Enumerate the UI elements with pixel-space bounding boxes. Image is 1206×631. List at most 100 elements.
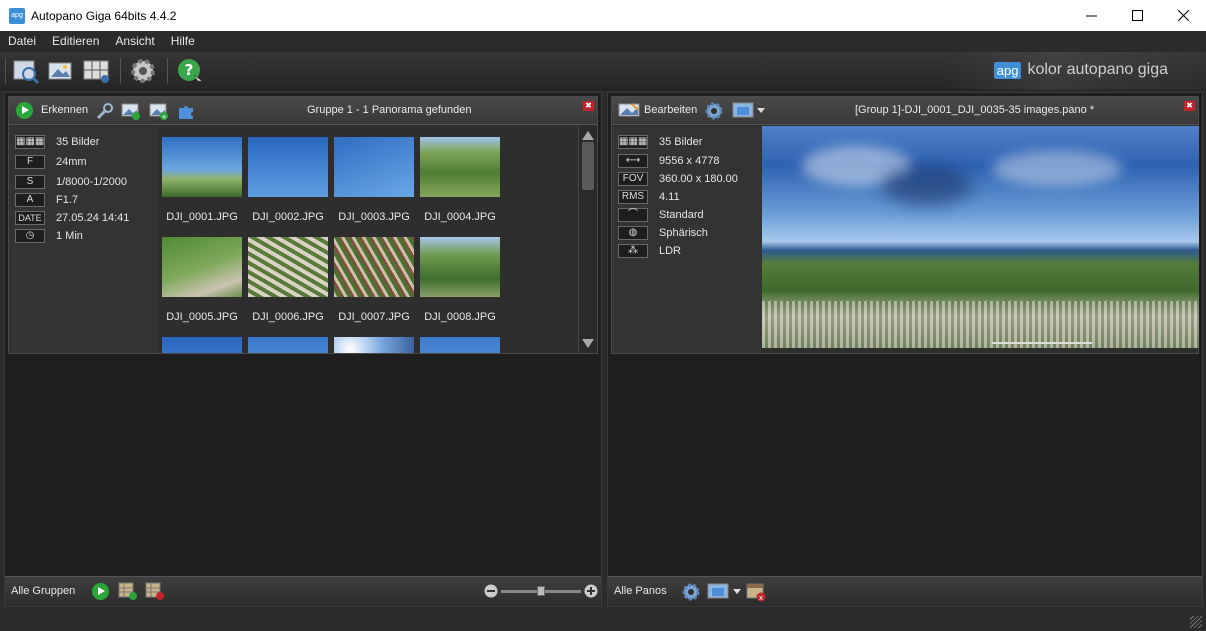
images-count-icon: ▦▦▦ (15, 135, 45, 149)
pano-title: [Group 1]-DJI_0001_DJI_0035-35 images.pa… (855, 104, 1095, 116)
scroll-down-icon[interactable] (582, 339, 594, 348)
thumbnail-image[interactable] (162, 237, 242, 297)
group-header: Erkennen + Gruppe 1 - 1 Panorama gefunde… (9, 97, 597, 125)
brand-text: kolor autopano giga (1027, 61, 1168, 78)
dynamic-range: LDR (659, 245, 682, 257)
zoom-out-icon[interactable] (484, 584, 498, 598)
thumbnail-image[interactable] (420, 237, 500, 297)
fov-badge: FOV (618, 172, 648, 186)
capture-date: 27.05.24 14:41 (56, 212, 130, 224)
rms-badge: RMS (618, 190, 648, 204)
pano-settings-icon[interactable] (704, 101, 724, 121)
thumbnail-image[interactable] (420, 337, 500, 353)
all-panos-label: Alle Panos (614, 585, 667, 597)
add-group-icon[interactable] (118, 581, 138, 601)
aperture-badge: A (15, 193, 45, 207)
focal-badge: F (15, 155, 45, 169)
thumbnail-image[interactable] (248, 137, 328, 197)
brand-logo: apg kolor autopano giga (993, 61, 1168, 79)
info-duration-row: ◷ 1 Min (15, 228, 83, 244)
info-images-row: ▦▦▦ 35 Bilder (15, 134, 99, 150)
info-range-row: ⁂ LDR (618, 243, 681, 259)
close-group-button[interactable]: ✖ (583, 101, 594, 111)
close-button[interactable] (1160, 0, 1206, 31)
render-all-play-icon[interactable] (92, 583, 109, 600)
scroll-thumb[interactable] (582, 142, 594, 190)
render-options-icon[interactable] (707, 582, 743, 602)
thumbnail-image[interactable] (334, 237, 414, 297)
close-pano-button[interactable]: ✖ (1184, 101, 1195, 111)
clock-icon: ◷ (15, 229, 45, 243)
menu-bar: Datei Editieren Ansicht Hilfe (0, 31, 1206, 52)
info-projection-row: ◍ Sphärisch (618, 225, 708, 241)
help-icon: ? (178, 59, 203, 85)
batch-grid-button[interactable] (81, 56, 111, 86)
app-icon: apg (9, 7, 25, 24)
info-date-row: DATE 27.05.24 14:41 (15, 210, 129, 226)
minimize-button[interactable] (1068, 0, 1114, 31)
maximize-icon (1131, 10, 1143, 21)
render-settings-icon[interactable] (681, 582, 701, 602)
rms-value: 4.11 (659, 191, 680, 203)
toolbar-separator (167, 58, 168, 84)
thumbnail-image[interactable] (248, 337, 328, 353)
info-rms-row: RMS 4.11 (618, 189, 680, 205)
grid-icon (83, 60, 109, 83)
svg-text:+: + (161, 113, 167, 121)
thumbnail-image[interactable] (420, 137, 500, 197)
open-images-button[interactable] (11, 56, 41, 86)
remove-pano-icon[interactable]: x (745, 581, 767, 603)
minimize-icon (1085, 15, 1097, 17)
wrench-icon[interactable] (95, 102, 113, 120)
edit-button[interactable]: Bearbeiten (644, 104, 697, 116)
render-dropdown-icon[interactable] (732, 101, 766, 121)
window-title: Autopano Giga 64bits 4.4.2 (31, 8, 177, 23)
zoom-in-icon[interactable] (584, 584, 598, 598)
pano-size: 9556 x 4778 (659, 155, 720, 167)
thumbnail-label: DJI_0008.JPG (424, 311, 496, 323)
settings-button[interactable] (128, 56, 158, 86)
group-title: Gruppe 1 - 1 Panorama gefunden (307, 104, 472, 116)
pano-progress-line (992, 342, 1092, 344)
thumbnail-image[interactable] (334, 337, 414, 353)
image-info-icon[interactable] (121, 101, 141, 121)
size-arrows-icon: ⟷ (618, 154, 648, 168)
import-images-button[interactable] (46, 56, 76, 86)
menu-ansicht[interactable]: Ansicht (107, 31, 162, 52)
thumbnail-image[interactable] (162, 137, 242, 197)
thumbnail-label: DJI_0001.JPG (166, 211, 238, 223)
cloud-shape (992, 151, 1122, 186)
scroll-up-icon[interactable] (582, 131, 594, 140)
svg-text:?: ? (185, 61, 194, 79)
thumbnail-scrollbar[interactable] (578, 126, 597, 353)
thumbnail-label: DJI_0004.JPG (424, 211, 496, 223)
aperture: F1.7 (56, 194, 79, 206)
help-button[interactable]: ? (175, 56, 205, 86)
add-image-icon[interactable]: + (149, 101, 169, 121)
close-icon (1177, 10, 1189, 21)
remove-group-icon[interactable] (145, 581, 165, 601)
images-count-icon: ▦▦▦ (618, 135, 648, 149)
blending-mode: Standard (659, 209, 704, 221)
images-count: 35 Bilder (659, 136, 703, 148)
menu-editieren[interactable]: Editieren (44, 31, 107, 52)
info-blending-row: ⌒ Standard (618, 207, 704, 223)
thumbnail-image[interactable] (334, 137, 414, 197)
zoom-slider-handle[interactable] (537, 586, 545, 596)
puzzle-icon[interactable] (177, 102, 195, 120)
menu-hilfe[interactable]: Hilfe (163, 31, 203, 52)
detect-play-icon[interactable] (16, 102, 33, 119)
resize-grip-icon[interactable] (1190, 616, 1202, 628)
thumbnail-label: DJI_0006.JPG (252, 311, 324, 323)
edit-pano-icon[interactable] (618, 102, 640, 118)
thumbnail-image[interactable] (248, 237, 328, 297)
toolbar-separator (5, 58, 6, 84)
detect-button[interactable]: Erkennen (41, 104, 88, 116)
panos-pane: Bearbeiten [Group 1]-DJI_0001_DJI_0035-3… (607, 92, 1203, 607)
panorama-preview[interactable] (762, 126, 1199, 348)
maximize-button[interactable] (1114, 0, 1160, 31)
date-badge: DATE (15, 211, 45, 225)
images-count: 35 Bilder (56, 136, 100, 148)
menu-datei[interactable]: Datei (0, 31, 44, 52)
thumbnail-image[interactable] (162, 337, 242, 353)
